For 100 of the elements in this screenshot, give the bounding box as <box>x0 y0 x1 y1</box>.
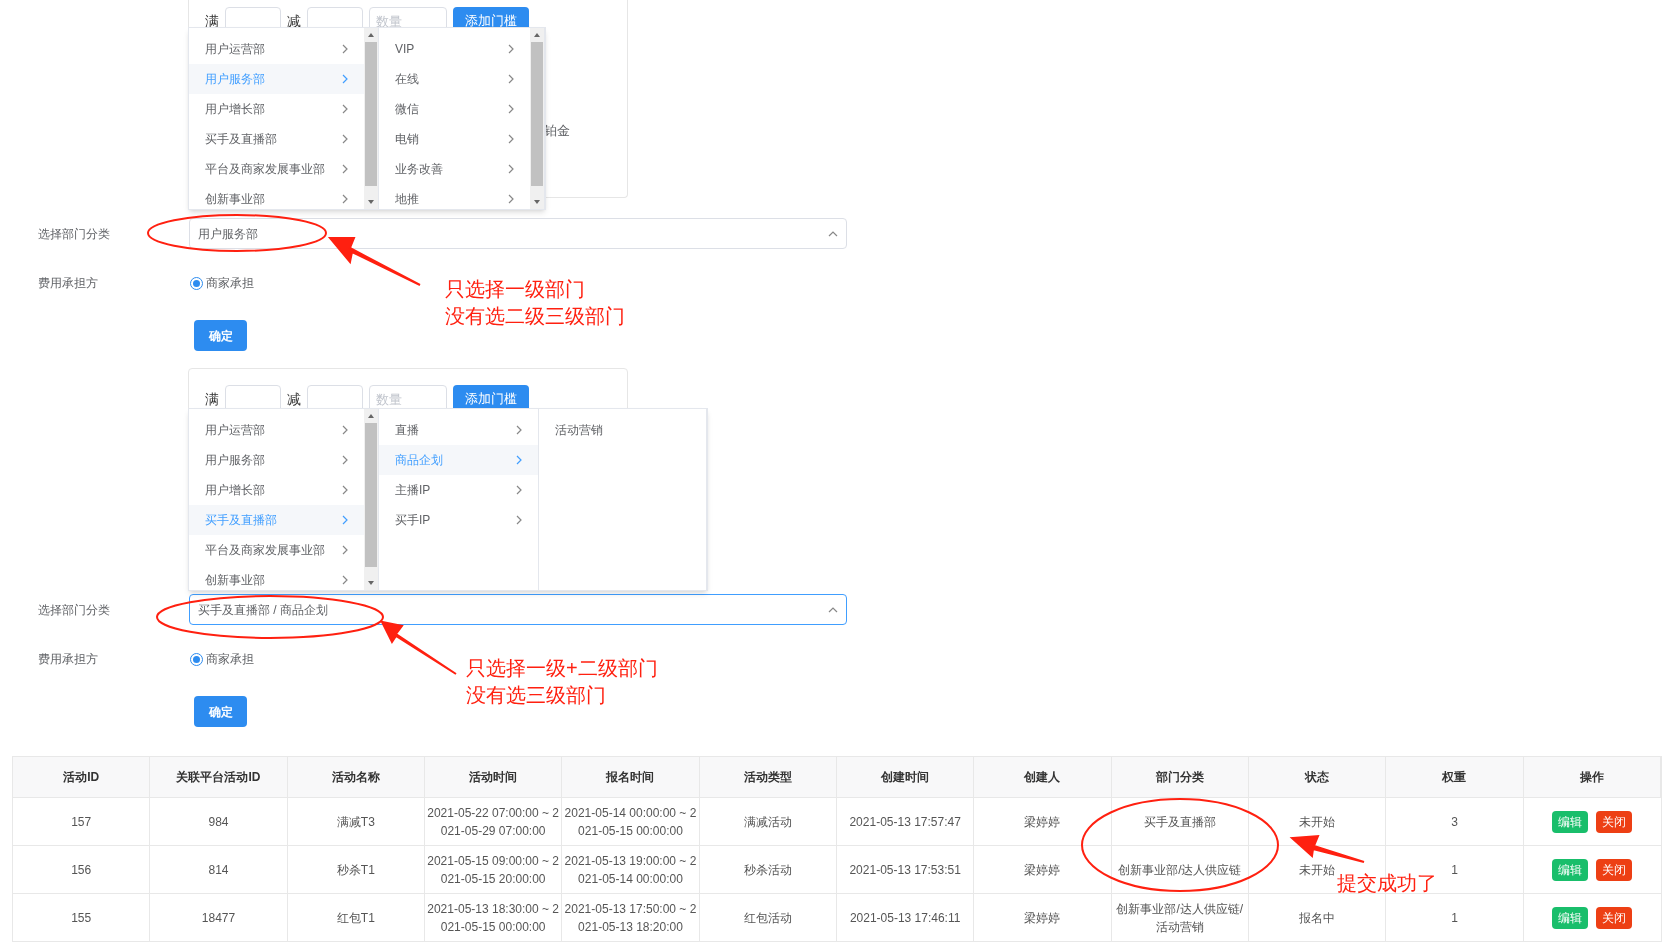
chevron-right-icon <box>514 485 524 495</box>
chevron-right-icon <box>506 74 516 84</box>
chevron-right-icon <box>506 104 516 114</box>
chevron-right-icon <box>506 44 516 54</box>
chevron-right-icon <box>514 515 524 525</box>
cascader-option[interactable]: 主播IP <box>379 475 538 505</box>
chevron-right-icon <box>340 44 350 54</box>
scrollbar[interactable] <box>364 28 378 209</box>
column-header: 权重 <box>1386 757 1524 797</box>
table-cell: 2021-05-15 09:00:00 ~ 2021-05-15 20:00:00 <box>425 846 563 893</box>
table-cell: 2021-05-22 07:00:00 ~ 2021-05-29 07:00:00 <box>425 798 563 845</box>
table-cell: 秒杀T1 <box>287 846 425 893</box>
full-label: 满 <box>205 389 219 409</box>
table-cell: 红包T1 <box>287 894 425 941</box>
table-cell: 报名中 <box>1249 894 1387 941</box>
chevron-right-icon <box>340 545 350 555</box>
scroll-up-icon[interactable] <box>367 412 375 420</box>
table-cell: 梁婷婷 <box>974 798 1112 845</box>
cascader-option[interactable]: 创新事业部 <box>189 565 364 590</box>
column-header: 创建时间 <box>837 757 975 797</box>
table-cell: 2021-05-14 00:00:00 ~ 2021-05-15 00:00:00 <box>562 798 700 845</box>
cascader-option[interactable]: 用户增长部 <box>189 475 364 505</box>
column-header: 活动ID <box>13 757 151 797</box>
cascader-option[interactable]: 买手及直播部 <box>189 124 364 154</box>
table-cell: 满减活动 <box>699 798 837 845</box>
cascader-option[interactable]: 地推 <box>379 184 530 209</box>
chevron-right-icon <box>340 485 350 495</box>
chevron-right-icon <box>506 194 516 204</box>
scrollbar[interactable] <box>364 409 378 590</box>
department-select[interactable]: 买手及直播部 / 商品企划 <box>189 594 847 625</box>
minus-label: 减 <box>287 11 301 31</box>
table-cell: 梁婷婷 <box>974 894 1112 941</box>
annotation-text: 没有选三级部门 <box>466 683 607 708</box>
table-cell: 秒杀活动 <box>699 846 837 893</box>
cascader-option[interactable]: 买手IP <box>379 505 538 535</box>
cascader-option[interactable]: 业务改善 <box>379 154 530 184</box>
annotation-text: 没有选二级三级部门 <box>445 304 625 329</box>
payer-label: 费用承担方 <box>37 651 99 668</box>
chevron-right-icon <box>340 104 350 114</box>
cascader-option[interactable]: 在线 <box>379 64 530 94</box>
scrollbar[interactable] <box>530 28 544 209</box>
column-header: 操作 <box>1523 757 1661 797</box>
cascader-option[interactable]: 直播 <box>379 415 538 445</box>
annotation-text: 提交成功了 <box>1337 871 1437 896</box>
table-cell: 2021-05-13 17:46:11 <box>837 894 975 941</box>
table-cell: 18477 <box>150 894 288 941</box>
chevron-right-icon <box>514 425 524 435</box>
scroll-down-icon[interactable] <box>367 579 375 587</box>
table-cell: 1 <box>1386 894 1524 941</box>
table-cell: 984 <box>150 798 288 845</box>
scroll-up-icon[interactable] <box>533 31 541 39</box>
chevron-right-icon <box>340 425 350 435</box>
table-cell: 814 <box>150 846 288 893</box>
payer-radio[interactable]: 商家承担 <box>190 650 254 668</box>
column-header: 关联平台活动ID <box>150 757 288 797</box>
department-label: 选择部门分类 <box>37 601 111 619</box>
cascader-option[interactable]: 平台及商家发展事业部 <box>189 535 364 565</box>
department-select[interactable]: 用户服务部 <box>189 218 847 249</box>
annotation-text: 只选择一级+二级部门 <box>466 656 658 681</box>
close-button[interactable]: 关闭 <box>1596 906 1633 929</box>
cascader-option[interactable]: 微信 <box>379 94 530 124</box>
payer-label: 费用承担方 <box>37 275 99 292</box>
chevron-right-icon <box>506 134 516 144</box>
cascader-option[interactable]: VIP <box>379 34 530 64</box>
cascader-option[interactable]: 电销 <box>379 124 530 154</box>
cascader-option[interactable]: 用户增长部 <box>189 94 364 124</box>
table-cell: 创新事业部/达人供应链 <box>1111 846 1249 893</box>
table-cell: 157 <box>13 798 151 845</box>
table-cell: 2021-05-13 18:30:00 ~ 2021-05-15 00:00:00 <box>425 894 563 941</box>
column-header: 创建人 <box>974 757 1112 797</box>
cascader-option[interactable]: 活动营销 <box>539 415 706 445</box>
table-cell: 梁婷婷 <box>974 846 1112 893</box>
table-cell: 2021-05-13 17:50:00 ~ 2021-05-13 18:20:00 <box>562 894 700 941</box>
scroll-up-icon[interactable] <box>367 31 375 39</box>
cascader-option[interactable]: 用户服务部 <box>189 445 364 475</box>
cascader-option[interactable]: 用户运营部 <box>189 415 364 445</box>
column-header: 活动名称 <box>287 757 425 797</box>
table-cell: 155 <box>13 894 151 941</box>
payer-radio[interactable]: 商家承担 <box>190 274 254 292</box>
column-header: 报名时间 <box>562 757 700 797</box>
cascader-option[interactable]: 创新事业部 <box>189 184 364 209</box>
column-header: 部门分类 <box>1111 757 1249 797</box>
chevron-right-icon <box>340 74 350 84</box>
close-button[interactable]: 关闭 <box>1596 810 1633 833</box>
confirm-button[interactable]: 确定 <box>194 320 247 351</box>
cascader-option[interactable]: 平台及商家发展事业部 <box>189 154 364 184</box>
column-header: 活动类型 <box>699 757 837 797</box>
table-cell: 买手及直播部 <box>1111 798 1249 845</box>
chevron-right-icon <box>340 134 350 144</box>
chevron-right-icon <box>506 164 516 174</box>
table-cell: 创新事业部/达人供应链/活动营销 <box>1111 894 1249 941</box>
confirm-button[interactable]: 确定 <box>194 696 247 727</box>
annotation-text: 只选择一级部门 <box>445 277 586 302</box>
department-label: 选择部门分类 <box>37 225 111 243</box>
close-button[interactable]: 关闭 <box>1596 858 1633 881</box>
chevron-right-icon <box>340 575 350 585</box>
cascader-option[interactable]: 用户运营部 <box>189 34 364 64</box>
table-cell: 2021-05-13 17:53:51 <box>837 846 975 893</box>
chevron-right-icon <box>340 455 350 465</box>
table-cell: 2021-05-13 19:00:00 ~ 2021-05-14 00:00:00 <box>562 846 700 893</box>
